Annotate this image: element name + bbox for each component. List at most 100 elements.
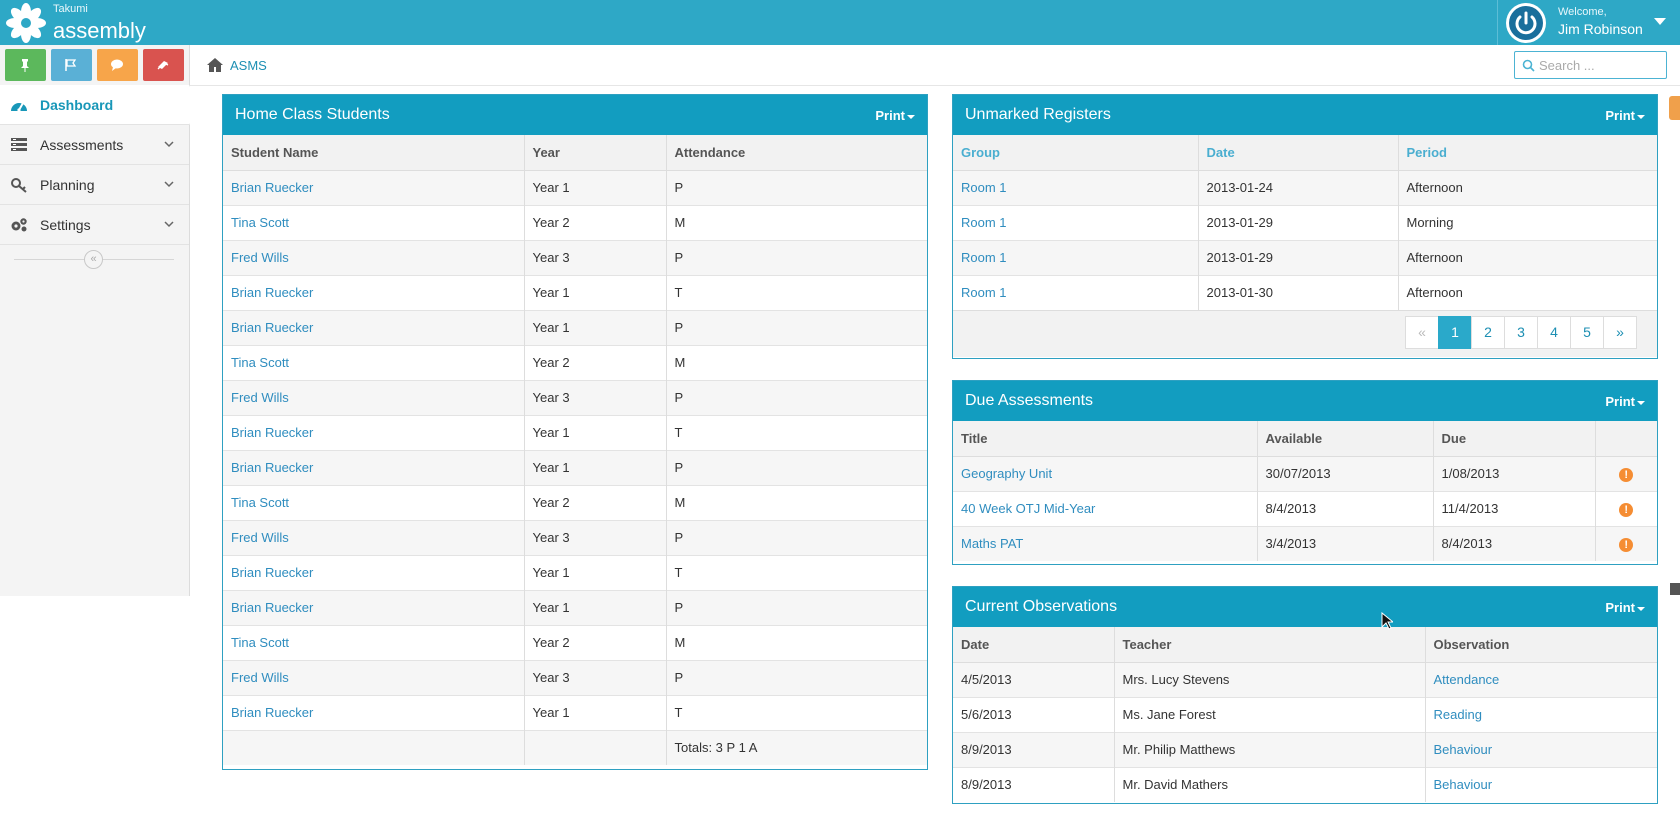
column-header[interactable]: Teacher [1114,627,1426,663]
observation-link[interactable]: Behaviour [1434,777,1493,792]
shortcut-book-button[interactable] [143,49,184,81]
group-link[interactable]: Room 1 [961,180,1007,195]
teacher-cell: Mr. Philip Matthews [1114,731,1426,767]
year-cell: Year 1 [524,414,667,450]
year-cell: Year 2 [524,484,667,520]
observation-link[interactable]: Behaviour [1434,742,1493,757]
prev-page-button[interactable]: « [1405,316,1439,349]
column-header[interactable]: Date [1198,135,1399,171]
sidebar-item-planning[interactable]: Planning [0,165,189,205]
page-button[interactable]: 3 [1504,316,1538,349]
year-cell: Year 2 [524,624,667,660]
attendance-cell: P [666,519,927,555]
year-cell: Year 1 [524,274,667,310]
assessment-link[interactable]: Geography Unit [961,466,1052,481]
search-icon [1522,59,1535,72]
search-box[interactable] [1514,51,1667,79]
due-assessments-table: Title Available Due Geography Unit 30/07/… [953,421,1657,561]
print-button[interactable]: Print [1605,600,1645,615]
brand-name[interactable]: assembly [53,18,146,44]
student-link[interactable]: Fred Wills [231,530,289,545]
key-icon [11,178,27,193]
column-header[interactable]: Attendance [666,135,927,171]
year-cell: Year 1 [524,309,667,345]
shortcut-pin-button[interactable] [5,49,46,81]
student-link[interactable]: Brian Ruecker [231,705,313,720]
column-header[interactable]: Observation [1425,627,1657,663]
group-link[interactable]: Room 1 [961,215,1007,230]
alert-icon[interactable]: ! [1619,502,1634,517]
page-button[interactable]: 5 [1570,316,1604,349]
shortcut-comment-button[interactable] [97,49,138,81]
student-link[interactable]: Brian Ruecker [231,565,313,580]
column-header[interactable]: Year [524,135,667,171]
table-row: Fred Wills Year 3P [223,519,927,555]
assessment-link[interactable]: Maths PAT [961,536,1023,551]
student-link[interactable]: Fred Wills [231,670,289,685]
table-row: Room 1 2013-01-29 Morning [953,204,1657,240]
due-assessments-panel: Due Assessments Print Title Available Du… [952,380,1658,565]
user-menu[interactable]: Welcome, Jim Robinson [1497,0,1680,45]
side-tab-button[interactable] [1669,96,1680,120]
assessment-link[interactable]: 40 Week OTJ Mid-Year [961,501,1095,516]
column-header[interactable]: Title [953,421,1258,457]
student-link[interactable]: Tina Scott [231,495,289,510]
collapse-sidebar-button[interactable]: « [84,250,103,269]
group-link[interactable]: Room 1 [961,285,1007,300]
attendance-cell: M [666,344,927,380]
pin-icon [21,59,29,72]
student-link[interactable]: Fred Wills [231,390,289,405]
student-link[interactable]: Brian Ruecker [231,460,313,475]
student-link[interactable]: Tina Scott [231,215,289,230]
period-cell: Afternoon [1398,239,1657,275]
current-observations-panel: Current Observations Print Date Teacher … [952,586,1658,804]
table-row: Geography Unit 30/07/2013 1/08/2013! [953,455,1657,491]
sidebar-item-settings[interactable]: Settings [0,205,189,245]
power-icon[interactable] [1506,3,1546,43]
sidebar-item-assessments[interactable]: Assessments [0,125,189,165]
user-name[interactable]: Jim Robinson [1558,21,1643,37]
column-header[interactable]: Period [1398,135,1657,171]
alert-icon[interactable]: ! [1619,467,1634,482]
column-header[interactable]: Group [953,135,1199,171]
column-header[interactable]: Available [1257,421,1434,457]
home-icon[interactable] [206,57,224,73]
attendance-cell: M [666,624,927,660]
next-page-button[interactable]: » [1603,316,1637,349]
student-link[interactable]: Brian Ruecker [231,600,313,615]
observation-link[interactable]: Attendance [1434,672,1500,687]
page-button[interactable]: 2 [1471,316,1505,349]
page-button[interactable]: 1 [1438,316,1472,349]
student-link[interactable]: Brian Ruecker [231,285,313,300]
print-button[interactable]: Print [875,108,915,123]
student-link[interactable]: Tina Scott [231,635,289,650]
column-header[interactable]: Student Name [223,135,525,171]
caret-down-icon [1637,606,1645,611]
student-link[interactable]: Brian Ruecker [231,180,313,195]
breadcrumb[interactable]: ASMS [230,58,267,73]
observation-link[interactable]: Reading [1434,707,1482,722]
search-input[interactable] [1539,56,1663,74]
caret-down-icon[interactable] [1654,18,1666,25]
sidebar-item-dashboard[interactable]: Dashboard [0,85,200,125]
column-header[interactable]: Due [1433,421,1596,457]
year-cell: Year 1 [524,169,667,205]
group-link[interactable]: Room 1 [961,250,1007,265]
print-label: Print [1605,394,1635,409]
print-button[interactable]: Print [1605,394,1645,409]
student-link[interactable]: Tina Scott [231,355,289,370]
logo-icon[interactable] [6,3,46,43]
page-button[interactable]: 4 [1537,316,1571,349]
alert-icon[interactable]: ! [1619,537,1634,552]
table-row: 4/5/2013 Mrs. Lucy Stevens Attendance [953,661,1657,697]
table-row: 8/9/2013 Mr. Philip Matthews Behaviour [953,731,1657,767]
shortcut-flag-button[interactable] [51,49,92,81]
student-link[interactable]: Brian Ruecker [231,320,313,335]
student-link[interactable]: Brian Ruecker [231,425,313,440]
column-header[interactable]: Date [953,627,1115,663]
attendance-cell: P [666,589,927,625]
sidebar-item-label: Settings [40,217,91,233]
student-link[interactable]: Fred Wills [231,250,289,265]
table-row: Brian Ruecker Year 1T [223,554,927,590]
print-button[interactable]: Print [1605,108,1645,123]
